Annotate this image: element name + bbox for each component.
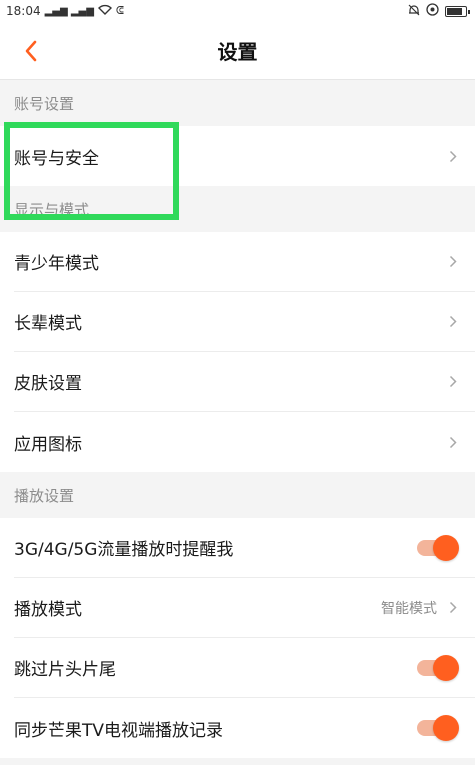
nav-bar: 设置 — [0, 22, 475, 80]
sync-tv-history-row: 同步芒果TV电视端播放记录 — [14, 698, 475, 758]
chevron-right-icon — [447, 314, 459, 330]
vpn-icon — [426, 3, 439, 19]
elder-mode-row[interactable]: 长辈模式 — [14, 292, 475, 352]
skin-settings-row[interactable]: 皮肤设置 — [14, 352, 475, 412]
row-label: 播放模式 — [14, 600, 82, 620]
section-header-account: 账号设置 — [0, 80, 475, 126]
status-time: 18:04 — [6, 4, 41, 18]
row-label: 青少年模式 — [14, 254, 99, 274]
chevron-right-icon — [447, 374, 459, 390]
teen-mode-row[interactable]: 青少年模式 — [14, 232, 475, 292]
nfc-icon: ᕳ — [115, 4, 125, 17]
playback-group: 3G/4G/5G流量播放时提醒我 播放模式 智能模式 跳过片头片尾 同步芒果TV… — [0, 518, 475, 758]
chevron-right-icon — [447, 148, 459, 164]
account-group: 账号与安全 — [0, 126, 475, 186]
wifi-icon — [97, 4, 112, 18]
skip-intro-toggle[interactable] — [417, 654, 459, 681]
sync-tv-history-toggle[interactable] — [417, 715, 459, 741]
app-icon-row[interactable]: 应用图标 — [14, 412, 475, 472]
row-label: 跳过片头片尾 — [14, 660, 116, 680]
skip-intro-row: 跳过片头片尾 — [14, 638, 475, 698]
back-button[interactable] — [16, 36, 46, 66]
row-label: 长辈模式 — [14, 314, 82, 334]
battery-icon — [445, 5, 470, 17]
playback-mode-row[interactable]: 播放模式 智能模式 — [14, 578, 475, 638]
page-title: 设置 — [217, 40, 258, 64]
section-header-display: 显示与模式 — [0, 186, 475, 232]
alarm-icon — [408, 4, 420, 19]
chevron-right-icon — [447, 600, 459, 616]
chevron-right-icon — [447, 434, 459, 450]
chevron-right-icon — [447, 254, 459, 270]
row-label: 应用图标 — [14, 434, 82, 455]
section-header-playback: 播放设置 — [0, 472, 475, 518]
signal-icon: ▂▄▆ ▂▄▆ — [44, 5, 94, 17]
row-label: 皮肤设置 — [14, 374, 82, 394]
display-group: 青少年模式 长辈模式 皮肤设置 应用图标 — [0, 232, 475, 472]
cellular-reminder-row: 3G/4G/5G流量播放时提醒我 — [14, 518, 475, 578]
row-label: 同步芒果TV电视端播放记录 — [14, 720, 224, 741]
status-bar: 18:04 ▂▄▆ ▂▄▆ ᕳ — [0, 0, 475, 22]
cellular-reminder-toggle[interactable] — [417, 534, 459, 561]
playback-mode-value: 智能模式 — [381, 600, 437, 617]
account-security-row[interactable]: 账号与安全 — [14, 126, 475, 186]
row-label: 账号与安全 — [14, 148, 99, 169]
row-label: 3G/4G/5G流量播放时提醒我 — [14, 540, 234, 560]
chevron-left-icon — [25, 40, 37, 62]
